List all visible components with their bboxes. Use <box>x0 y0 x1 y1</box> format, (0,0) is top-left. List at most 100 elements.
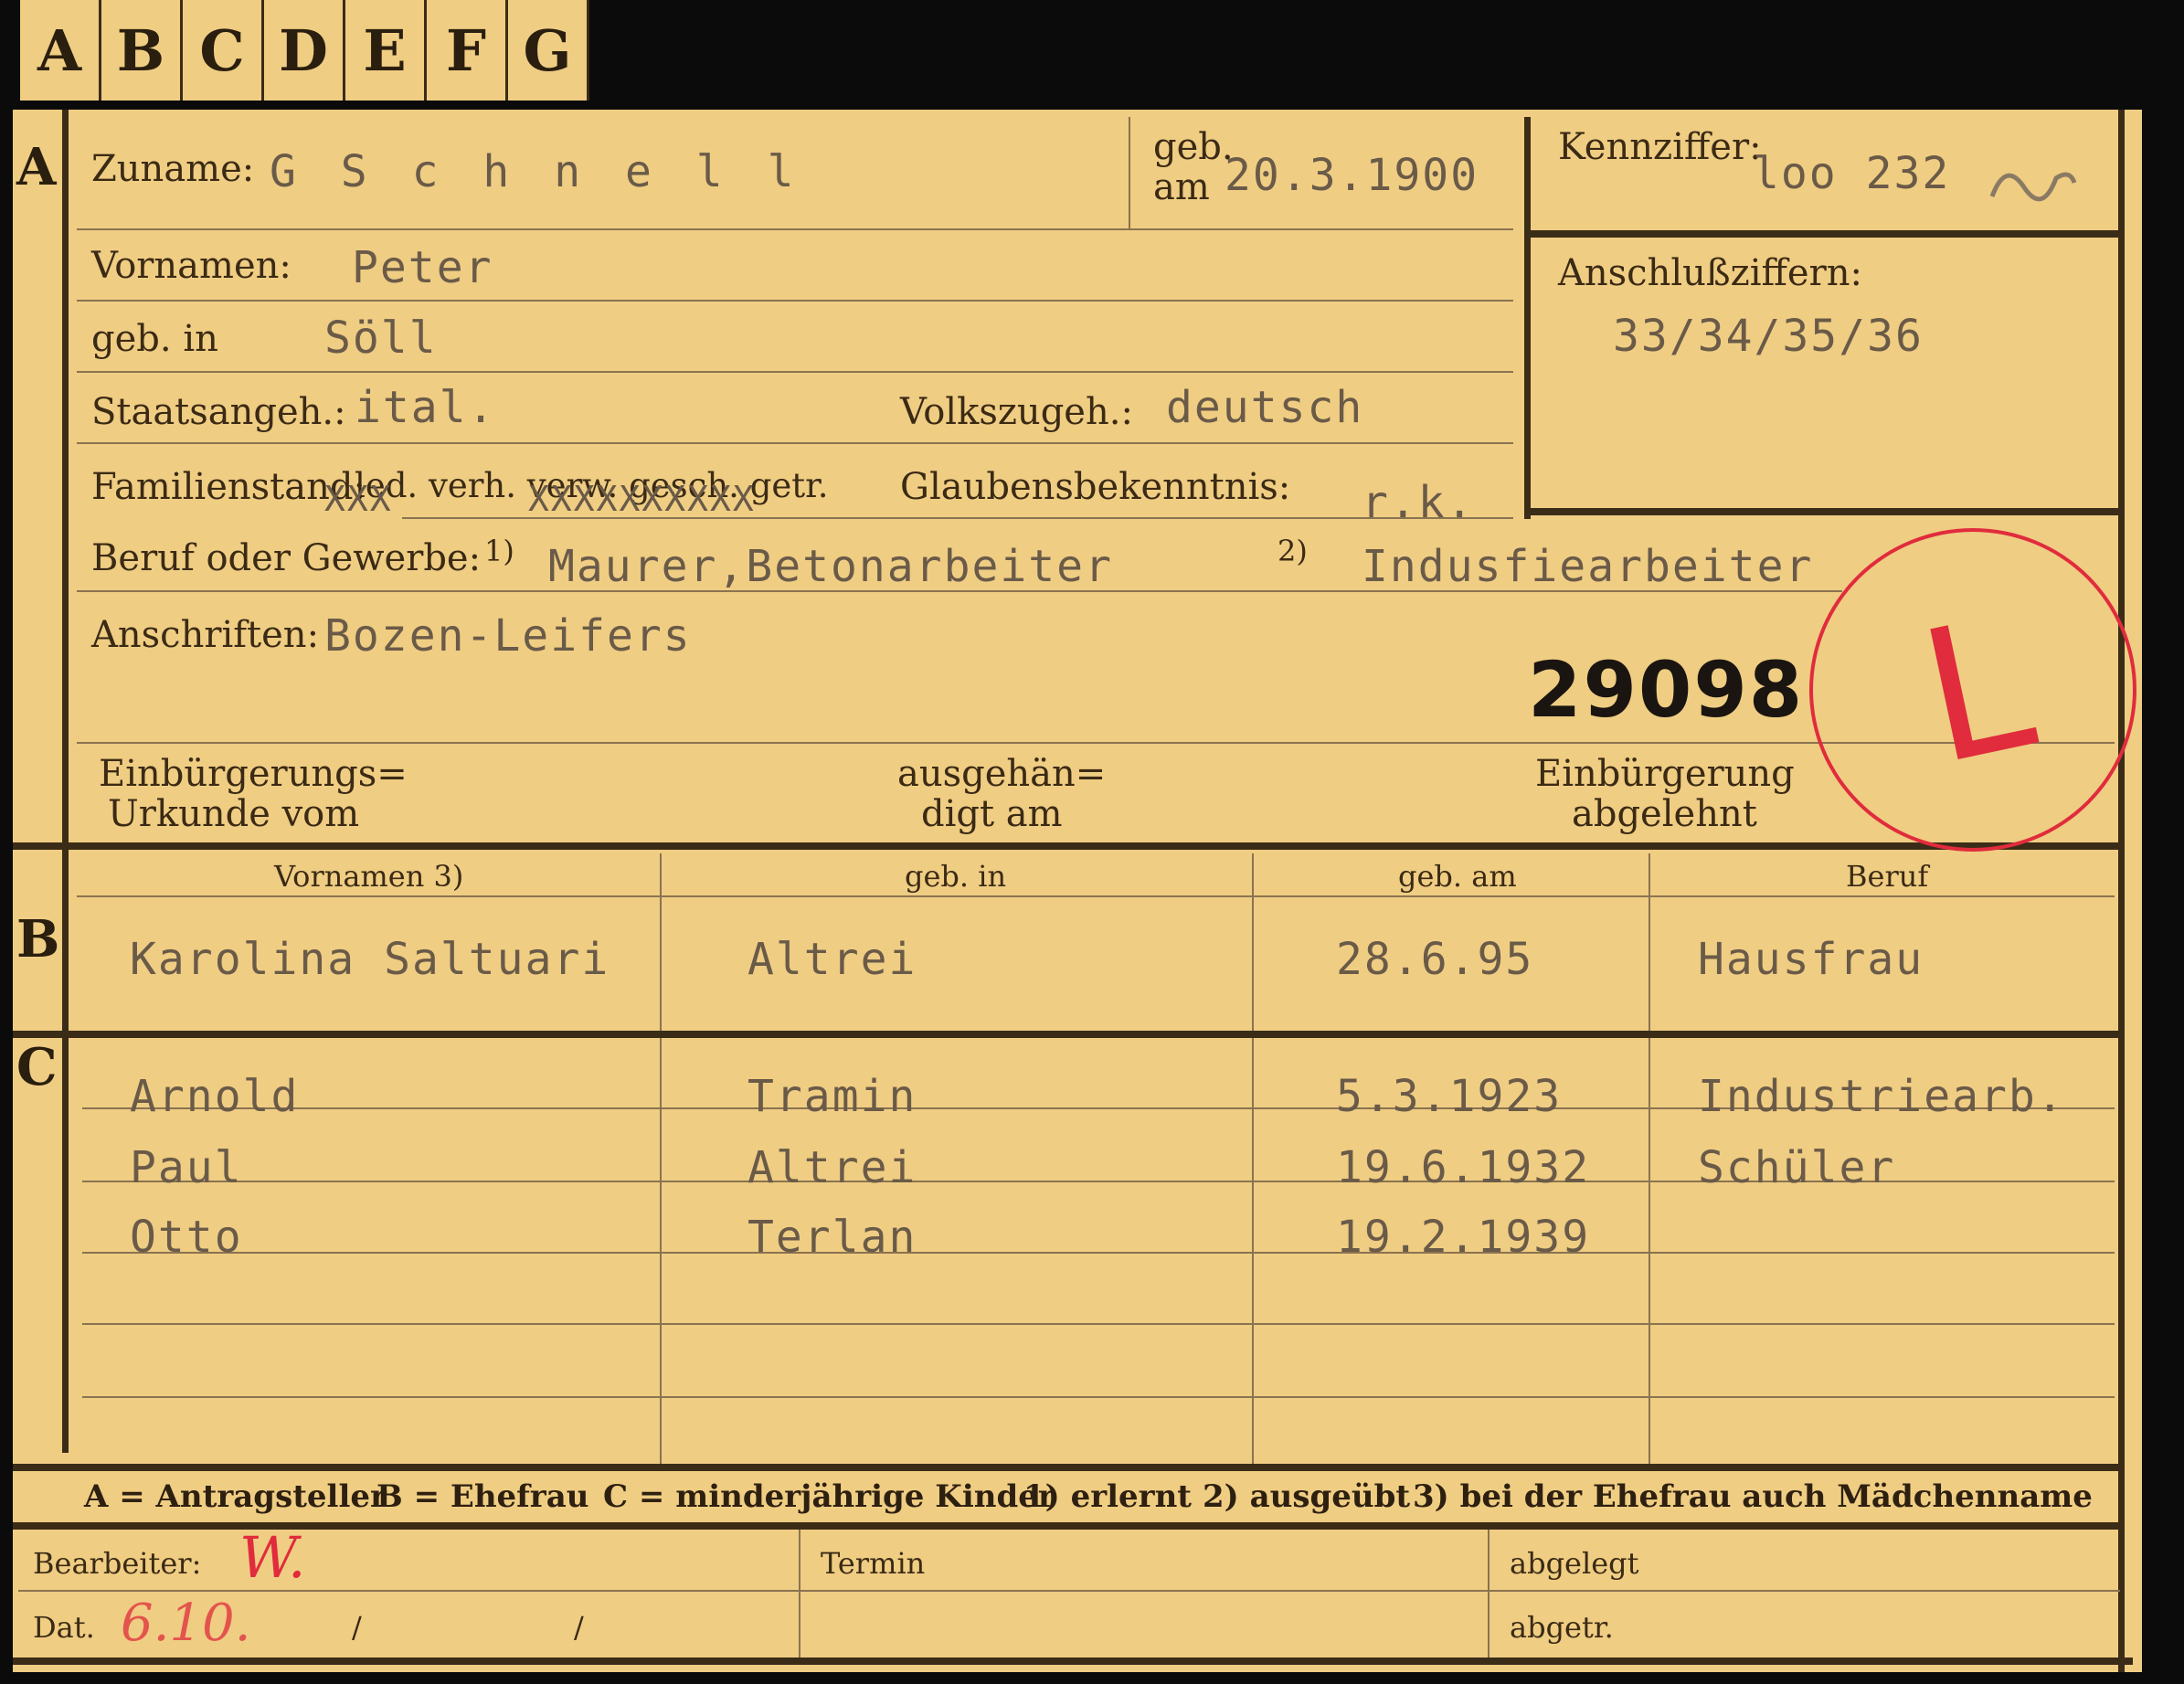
spouse-geb-am: 28.6.95 <box>1336 934 1534 985</box>
row-line <box>82 1396 2115 1398</box>
anschluss-value: 33/34/35/36 <box>1613 311 1924 362</box>
row-line <box>82 1323 2115 1325</box>
col-line <box>1252 853 1254 1031</box>
staatsangeh-label: Staatsangeh.: <box>91 391 346 433</box>
row-line <box>77 895 2115 897</box>
row-line <box>77 228 1513 230</box>
abgelegt-label: abgelegt <box>1510 1546 1639 1581</box>
dat-label: Dat. <box>33 1610 95 1645</box>
einb-label-1: Einbürgerungs= <box>99 753 408 795</box>
col-line <box>1488 1530 1490 1658</box>
legend-note-3: 3) bei der Ehefrau auch Mädchenname <box>1413 1478 2093 1515</box>
spouse-header-geb-in: geb. in <box>905 859 1007 894</box>
glauben-label: Glaubensbekenntnis: <box>900 466 1291 508</box>
vornamen-value: Peter <box>352 242 493 293</box>
section-c-bottom-rule <box>13 1464 2124 1471</box>
left-margin-rule <box>62 110 69 1453</box>
legend-c: C = minderjährige Kinder <box>603 1478 1055 1515</box>
volkszugeh-value: deutsch <box>1166 382 1364 433</box>
familienstand-marks-2: XXXXXXXXXX <box>528 479 756 519</box>
spouse-beruf: Hausfrau <box>1698 934 1924 985</box>
geb-am-value: 20.3.1900 <box>1225 150 1479 201</box>
row-line <box>77 590 1842 592</box>
volkszugeh-label: Volkszugeh.: <box>900 391 1133 433</box>
legend-bottom-rule <box>13 1522 2124 1530</box>
col-line <box>660 853 662 1031</box>
col-line <box>1649 1038 1650 1464</box>
child-3-name: Otto <box>130 1212 243 1263</box>
tab-d: D <box>264 0 345 101</box>
familienstand-marks-1: XXX <box>324 479 393 519</box>
abgelehnt-label-1: Einbürgerung <box>1535 753 1795 795</box>
section-c-letter: C <box>16 1037 58 1097</box>
anschriften-label: Anschriften: <box>91 614 320 656</box>
col-line <box>660 1038 662 1464</box>
geb-in-value: Söll <box>324 312 438 364</box>
col-line <box>1129 117 1130 228</box>
tab-e: E <box>345 0 427 101</box>
kennziffer-value: loo 232 <box>1753 148 1951 199</box>
tab-b: B <box>101 0 183 101</box>
legend-note-1: 1) erlernt <box>1023 1478 1193 1515</box>
staatsangeh-value: ital. <box>355 382 496 433</box>
row-line <box>77 371 1513 373</box>
card-bottom-rule <box>13 1658 2133 1665</box>
geb-am-label-2: am <box>1153 166 1210 208</box>
vornamen-label: Vornamen: <box>91 245 292 287</box>
spouse-geb-in: Altrei <box>747 934 917 985</box>
handwritten-mark <box>1989 172 2077 202</box>
dat-slash-1: / <box>352 1610 362 1645</box>
einb-label-2: Urkunde vom <box>108 793 360 835</box>
termin-label: Termin <box>821 1546 926 1581</box>
row-line <box>402 517 1513 519</box>
anschluss-label: Anschlußziffern: <box>1558 252 1862 294</box>
zuname-label: Zuname: <box>91 148 255 190</box>
tab-a: A <box>20 0 101 101</box>
beruf-label: Beruf oder Gewerbe: <box>91 537 482 579</box>
right-edge-rule <box>2118 110 2125 1672</box>
beruf-1-value: Maurer,Betonarbeiter <box>548 541 1113 592</box>
dat-slash-2: / <box>574 1610 584 1645</box>
col-line <box>799 1530 800 1658</box>
stamped-number: 29098 <box>1528 645 1805 735</box>
spouse-header-vornamen: Vornamen 3) <box>274 859 464 894</box>
kennziffer-box-divider <box>1524 230 2124 238</box>
abgelehnt-label-2: abgelehnt <box>1572 793 1757 835</box>
row-line <box>82 1252 2115 1254</box>
anschriften-value: Bozen-Leifers <box>324 610 692 662</box>
tab-g: G <box>508 0 589 101</box>
child-1-geb-in: Tramin <box>747 1071 917 1122</box>
beruf-note-1: 1) <box>484 534 514 568</box>
child-1-name: Arnold <box>130 1071 300 1122</box>
tab-f: F <box>427 0 508 101</box>
legend-a: A = Antragsteller <box>84 1478 387 1515</box>
child-3-geb-in: Terlan <box>747 1212 917 1263</box>
row-line <box>77 442 1513 444</box>
section-b-letter: B <box>16 909 60 969</box>
section-a-letter: A <box>16 137 57 197</box>
col-line <box>1649 853 1650 1031</box>
geb-in-label: geb. in <box>91 318 218 360</box>
bearbeiter-signature: W. <box>239 1524 306 1591</box>
dat-value: 6.10. <box>121 1594 251 1653</box>
spouse-header-geb-am: geb. am <box>1398 859 1517 894</box>
beruf-note-2: 2) <box>1278 534 1308 568</box>
glauben-value: r.k. <box>1362 477 1475 528</box>
row-line <box>77 300 1513 302</box>
row-line <box>77 742 2115 744</box>
legend-b: B = Ehefrau <box>376 1478 589 1515</box>
child-2-name: Paul <box>130 1142 243 1193</box>
ausgeh-label-1: ausgehän= <box>897 753 1107 795</box>
bearbeiter-label: Bearbeiter: <box>33 1546 202 1581</box>
child-1-geb-am: 5.3.1923 <box>1336 1071 1563 1122</box>
index-tabs: A B C D E F G <box>20 0 589 108</box>
beruf-2-value: Indusfiearbeiter <box>1362 541 1814 592</box>
zuname-value: G S c h n e l l <box>270 146 803 197</box>
spouse-vornamen: Karolina Saltuari <box>130 934 610 985</box>
child-2-beruf: Schüler <box>1698 1142 1896 1193</box>
col-line <box>1252 1038 1254 1464</box>
section-b-bottom-rule <box>13 1031 2124 1038</box>
child-1-beruf: Industriearb. <box>1698 1071 2065 1122</box>
tab-c: C <box>183 0 264 101</box>
ausgeh-label-2: digt am <box>921 793 1063 835</box>
